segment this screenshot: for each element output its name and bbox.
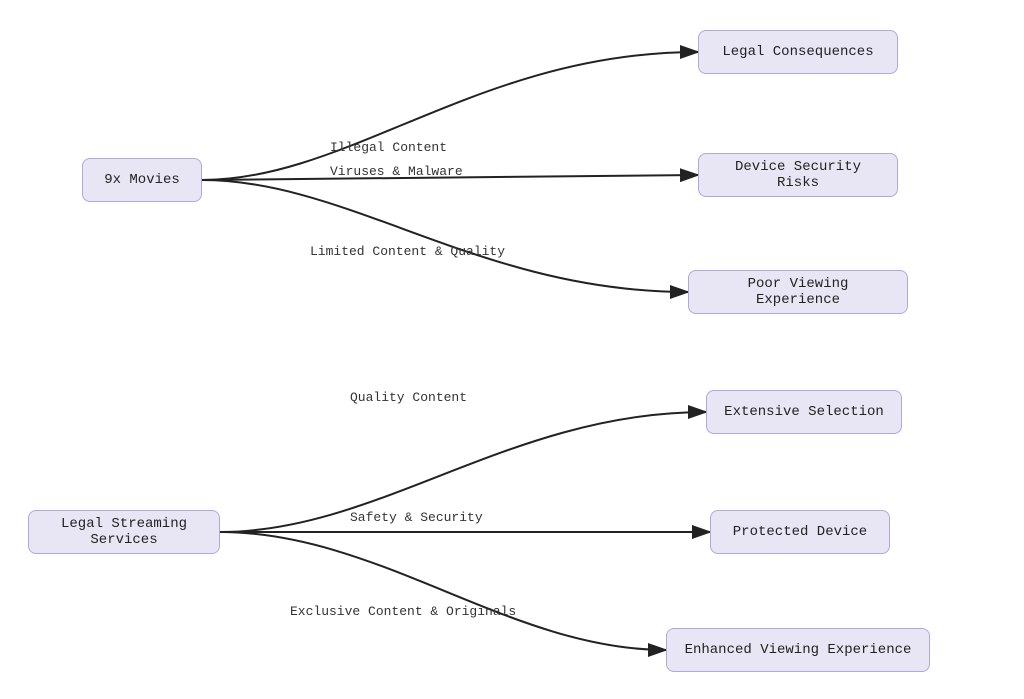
limited-content-label: Limited Content & Quality	[310, 244, 505, 259]
legal-consequences-label: Legal Consequences	[722, 44, 873, 60]
legal-streaming-label: Legal Streaming Services	[43, 516, 205, 548]
device-security-label: Device Security Risks	[713, 159, 883, 191]
nine-x-movies-node: 9x Movies	[82, 158, 202, 202]
illegal-content-label: Illegal Content	[330, 140, 447, 155]
safety-security-label: Safety & Security	[350, 510, 483, 525]
device-security-node: Device Security Risks	[698, 153, 898, 197]
legal-streaming-node: Legal Streaming Services	[28, 510, 220, 554]
protected-device-label: Protected Device	[733, 524, 867, 540]
nine-x-movies-label: 9x Movies	[104, 172, 180, 188]
extensive-selection-label: Extensive Selection	[724, 404, 884, 420]
poor-viewing-label: Poor Viewing Experience	[703, 276, 893, 308]
enhanced-viewing-label: Enhanced Viewing Experience	[685, 642, 912, 658]
protected-device-node: Protected Device	[710, 510, 890, 554]
quality-content-label: Quality Content	[350, 390, 467, 405]
exclusive-content-label: Exclusive Content & Originals	[290, 604, 516, 619]
viruses-malware-label: Viruses & Malware	[330, 164, 463, 179]
enhanced-viewing-node: Enhanced Viewing Experience	[666, 628, 930, 672]
legal-consequences-node: Legal Consequences	[698, 30, 898, 74]
poor-viewing-node: Poor Viewing Experience	[688, 270, 908, 314]
extensive-selection-node: Extensive Selection	[706, 390, 902, 434]
